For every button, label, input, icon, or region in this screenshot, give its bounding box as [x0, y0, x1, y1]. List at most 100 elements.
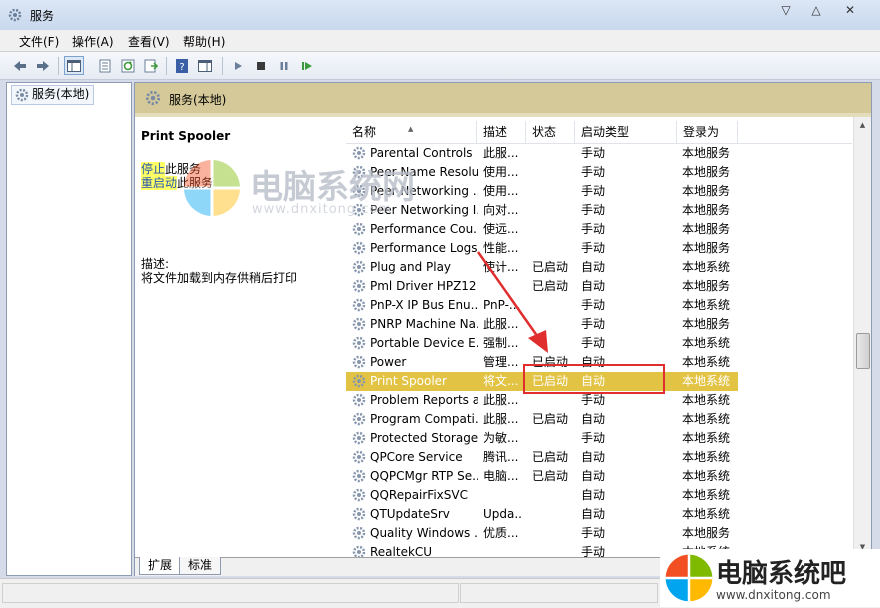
- gear-icon: [15, 88, 29, 102]
- tree-item-services-local[interactable]: 服务(本地): [11, 85, 95, 105]
- service-status-cell: 已启动: [532, 412, 569, 426]
- table-row[interactable]: QQRepairFixSVC 自动 本地系统: [346, 486, 738, 505]
- svg-text:?: ?: [179, 62, 184, 73]
- highlight-box: [523, 364, 665, 394]
- column-header-description[interactable]: 描述: [477, 121, 526, 143]
- column-header-startup-type[interactable]: 启动类型: [575, 121, 677, 143]
- windows-logo-icon: [184, 160, 240, 216]
- service-logon-cell: 本地系统: [682, 298, 731, 312]
- service-name-cell: Portable Device E...: [370, 336, 478, 350]
- service-description-cell: Upda...: [483, 507, 521, 521]
- console-tree-button[interactable]: [64, 56, 84, 75]
- title-bar: 服务 ▽ △ ✕: [0, 0, 880, 31]
- service-startup-cell: 手动: [581, 165, 606, 179]
- table-row[interactable]: Portable Device E... 强制... 手动 本地系统: [346, 334, 738, 353]
- service-logon-cell: 本地服务: [682, 317, 731, 331]
- service-logon-cell: 本地服务: [682, 203, 731, 217]
- stop-icon: [257, 62, 265, 70]
- menu-help[interactable]: 帮助(H): [183, 33, 225, 50]
- watermark-brand: 电脑系统吧: [716, 559, 847, 589]
- service-logon-cell: 本地系统: [682, 355, 731, 369]
- table-row[interactable]: QPCore Service 腾讯... 已启动 自动 本地系统: [346, 448, 738, 467]
- menu-file[interactable]: 文件(F): [19, 33, 59, 50]
- restart-service-link[interactable]: 重启动: [141, 176, 178, 190]
- list-header: ▲ 名称 描述 状态 启动类型 登录为: [346, 121, 852, 144]
- close-button[interactable]: ✕: [836, 0, 864, 20]
- service-startup-cell: 手动: [581, 184, 606, 198]
- service-name-cell: PNRP Machine Na...: [370, 317, 478, 331]
- minimize-button[interactable]: ▽: [772, 0, 800, 20]
- service-name-cell: Print Spooler: [370, 374, 447, 388]
- properties-button[interactable]: [95, 56, 115, 75]
- menu-view[interactable]: 查看(V): [128, 33, 170, 50]
- column-header-name[interactable]: ▲ 名称: [346, 121, 477, 143]
- pause-icon: [280, 62, 288, 70]
- vertical-scrollbar[interactable]: ▲ ▼: [853, 117, 871, 557]
- stop-service-button[interactable]: [251, 56, 271, 75]
- tree-item-label: 服务(本地): [32, 87, 90, 101]
- forward-button[interactable]: [33, 56, 53, 75]
- help-button[interactable]: ?: [172, 56, 192, 75]
- service-description-cell: 性能...: [483, 241, 519, 255]
- menu-action[interactable]: 操作(A): [72, 33, 114, 50]
- panel-header: 服务(本地): [135, 83, 871, 113]
- table-row[interactable]: Performance Logs... 性能... 手动 本地服务: [346, 239, 738, 258]
- service-name-cell: QQRepairFixSVC: [370, 488, 468, 502]
- console-tree-icon: [67, 60, 81, 72]
- service-description-cell: 强制...: [483, 336, 519, 350]
- table-row[interactable]: Quality Windows ... 优质... 手动 本地服务: [346, 524, 738, 543]
- panel-title: 服务(本地): [169, 93, 227, 107]
- service-description-cell: 电脑...: [483, 469, 519, 483]
- back-button[interactable]: [10, 56, 30, 75]
- table-row[interactable]: QQPCMgr RTP Se... 电脑... 已启动 自动 本地系统: [346, 467, 738, 486]
- service-name-cell: RealtekCU: [370, 545, 433, 557]
- tab-extended[interactable]: 扩展: [139, 557, 182, 575]
- pause-service-button[interactable]: [274, 56, 294, 75]
- service-logon-cell: 本地服务: [682, 184, 731, 198]
- help-icon: ?: [176, 59, 188, 73]
- service-startup-cell: 手动: [581, 545, 606, 557]
- table-row[interactable]: Protected Storage 为敏... 手动 本地系统: [346, 429, 738, 448]
- restart-service-button[interactable]: [297, 56, 317, 75]
- service-name-cell: Power: [370, 355, 407, 369]
- column-header-logon-as[interactable]: 登录为: [677, 121, 738, 143]
- scroll-thumb[interactable]: [856, 333, 870, 369]
- maximize-button[interactable]: △: [802, 0, 830, 20]
- service-startup-cell: 自动: [581, 507, 606, 521]
- column-header-status[interactable]: 状态: [526, 121, 575, 143]
- refresh-icon: [121, 59, 135, 73]
- table-row[interactable]: Program Compati... 此服... 已启动 自动 本地系统: [346, 410, 738, 429]
- service-status-cell: 已启动: [532, 260, 569, 274]
- watermark-brand-url: www.dnxitong.com: [716, 588, 831, 602]
- scroll-up-icon[interactable]: ▲: [857, 121, 868, 129]
- service-startup-cell: 手动: [581, 203, 606, 217]
- gear-icon: [352, 545, 366, 557]
- watermark-text: 电脑系统网: [250, 167, 415, 206]
- export-list-button[interactable]: [141, 56, 161, 75]
- sort-ascending-icon: ▲: [408, 125, 414, 133]
- service-description-cell: 向对...: [483, 203, 519, 217]
- service-startup-cell: 手动: [581, 526, 606, 540]
- table-row[interactable]: Plug and Play 使计... 已启动 自动 本地系统: [346, 258, 738, 277]
- service-startup-cell: 手动: [581, 146, 606, 160]
- table-row[interactable]: Pml Driver HPZ12 已启动 自动 本地服务: [346, 277, 738, 296]
- table-row[interactable]: Performance Cou... 使远... 手动 本地服务: [346, 220, 738, 239]
- selected-service-name: Print Spooler: [141, 129, 231, 143]
- toolbar: ?: [0, 52, 880, 80]
- show-hide-action-pane-button[interactable]: [195, 56, 215, 75]
- service-logon-cell: 本地系统: [682, 450, 731, 464]
- table-row[interactable]: PNRP Machine Na... 此服... 手动 本地服务: [346, 315, 738, 334]
- service-startup-cell: 手动: [581, 241, 606, 255]
- table-row[interactable]: PnP-X IP Bus Enu... PnP-... 手动 本地系统: [346, 296, 738, 315]
- table-row[interactable]: QTUpdateSrv Upda... 自动 本地系统: [346, 505, 738, 524]
- service-description-cell: 优质...: [483, 526, 519, 540]
- service-startup-cell: 自动: [581, 412, 606, 426]
- service-startup-cell: 手动: [581, 317, 606, 331]
- service-startup-cell: 自动: [581, 260, 606, 274]
- tab-standard[interactable]: 标准: [179, 557, 222, 575]
- service-name-cell: Quality Windows ...: [370, 526, 478, 540]
- show-hide-action-icon: [198, 60, 212, 72]
- refresh-button[interactable]: [118, 56, 138, 75]
- start-service-button[interactable]: [228, 56, 248, 75]
- service-description-cell: 使用...: [483, 165, 519, 179]
